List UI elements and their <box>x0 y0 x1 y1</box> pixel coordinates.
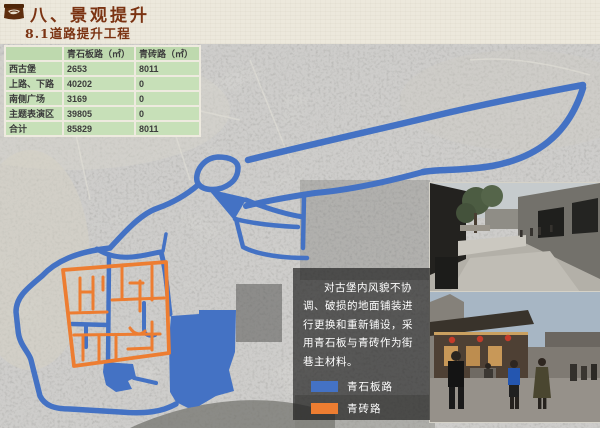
brick-value: 0 <box>135 91 200 106</box>
table-row: 上路、下路 40202 0 <box>5 76 200 91</box>
brick-value: 0 <box>135 106 200 121</box>
legend-item-stone-road: 青石板路 <box>303 379 420 394</box>
brick-value: 8011 <box>135 121 200 136</box>
stone-road-color-swatch <box>311 381 338 392</box>
row-label: 南侧广场 <box>5 91 63 106</box>
legend-label: 青石板路 <box>347 379 393 394</box>
slide-page: 八、景观提升 8.1道路提升工程 <box>0 0 600 428</box>
header-cell-blank <box>5 46 63 61</box>
header-cell-brick: 青砖路（㎡） <box>135 46 200 61</box>
table-row: 主题表演区 39805 0 <box>5 106 200 121</box>
header-cell-stone: 青石板路（㎡） <box>63 46 135 61</box>
info-panel: 对古堡内风貌不协调、破损的地面铺装进行更换和重新铺设，采用青石板与青砖作为街巷主… <box>293 268 430 420</box>
photo-renovated-street <box>430 183 600 292</box>
table-header-row: 青石板路（㎡） 青砖路（㎡） <box>5 46 200 61</box>
brick-road-color-swatch <box>311 403 338 414</box>
brick-value: 8011 <box>135 61 200 76</box>
stone-value: 40202 <box>63 76 135 91</box>
legend-label: 青砖路 <box>347 401 382 416</box>
legend-item-brick-road: 青砖路 <box>303 401 420 416</box>
row-label: 上路、下路 <box>5 76 63 91</box>
ink-stone-logo-icon <box>3 3 25 21</box>
stone-value: 85829 <box>63 121 135 136</box>
row-label: 西古堡 <box>5 61 63 76</box>
table-row: 西古堡 2653 8011 <box>5 61 200 76</box>
row-label: 合计 <box>5 121 63 136</box>
table-row: 南侧广场 3169 0 <box>5 91 200 106</box>
stone-value: 3169 <box>63 91 135 106</box>
table-row-total: 合计 85829 8011 <box>5 121 200 136</box>
page-subtitle: 8.1道路提升工程 <box>25 23 131 42</box>
info-text: 对古堡内风貌不协调、破损的地面铺装进行更换和重新铺设，采用青石板与青砖作为街巷主… <box>303 279 420 371</box>
stone-value: 2653 <box>63 61 135 76</box>
brick-value: 0 <box>135 76 200 91</box>
photo-ancient-street-dusk <box>430 292 600 422</box>
road-areas-table: 青石板路（㎡） 青砖路（㎡） 西古堡 2653 8011 上路、下路 40202… <box>4 45 201 137</box>
stone-value: 39805 <box>63 106 135 121</box>
map-legend: 青石板路 青砖路 <box>303 379 420 416</box>
row-label: 主题表演区 <box>5 106 63 121</box>
